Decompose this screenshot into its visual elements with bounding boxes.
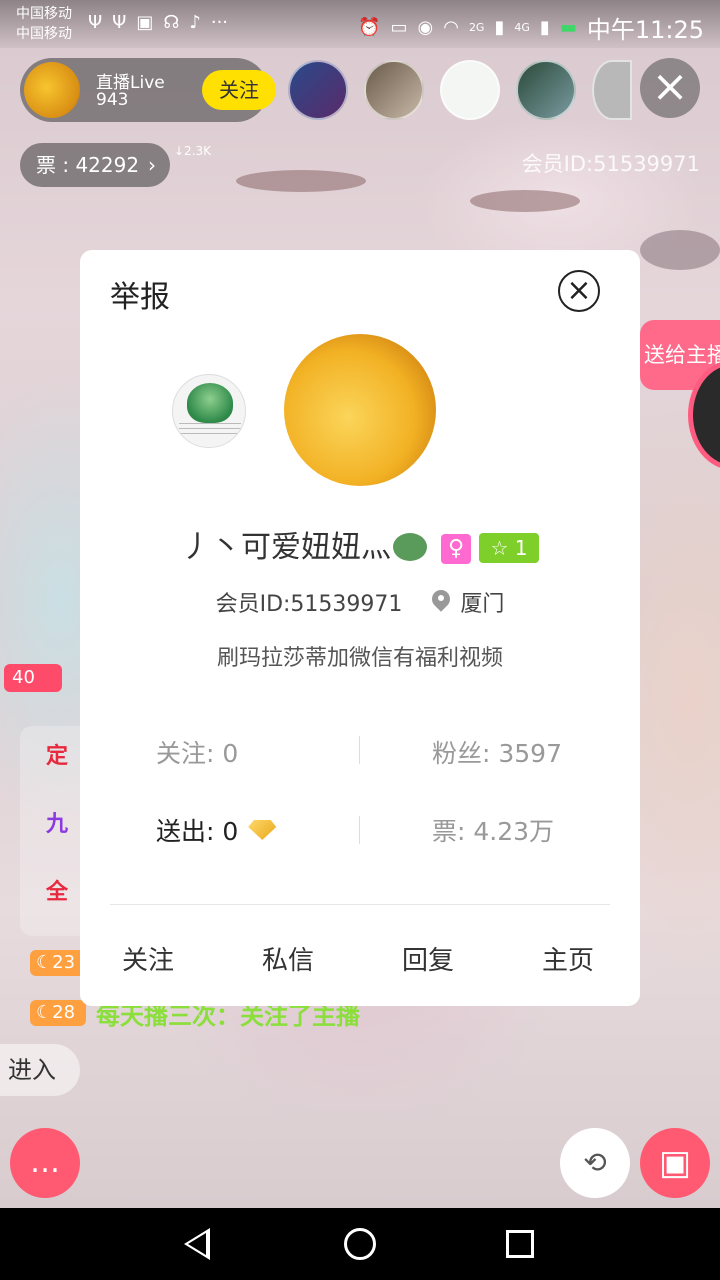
home-icon[interactable] bbox=[344, 1228, 376, 1260]
navigation-bar bbox=[0, 1208, 720, 1280]
nickname: 丿丶可爱妞妞灬 bbox=[181, 530, 391, 565]
face-brow-left bbox=[236, 170, 366, 192]
chat-line-3: 全 bbox=[46, 880, 69, 905]
sent-count-text: 送出: 0 bbox=[156, 817, 239, 846]
viewer-avatar-1[interactable] bbox=[288, 60, 348, 120]
leaf-icon bbox=[187, 383, 233, 423]
more-icon: ··· bbox=[210, 12, 229, 33]
alarm-icon: ⏰ bbox=[358, 17, 381, 38]
level-badge: ☆ 1 bbox=[479, 533, 539, 563]
status-bar: 中国移动 中国移动 Ψ Ψ ▣ ☊ ♪ ··· ⏰ ▭ ◉ ◠ 2G ▮ 4G … bbox=[0, 0, 720, 48]
signal-2g-label: 2G bbox=[468, 21, 485, 34]
chat-line-1: 定 bbox=[46, 744, 69, 769]
close-icon[interactable]: × bbox=[558, 270, 600, 312]
gender-female-icon: ♀ bbox=[441, 534, 471, 564]
enter-notice: 进入 bbox=[0, 1044, 80, 1096]
battery-icon: ▬ bbox=[559, 17, 577, 38]
moon-badge-2: ☾28 bbox=[30, 1000, 86, 1026]
system-status: ⏰ ▭ ◉ ◠ 2G ▮ 4G ▮ ▬ 中午11:25 bbox=[358, 10, 704, 45]
ticket-total: 票: 4.23万 bbox=[432, 817, 555, 846]
follow-anchor-button[interactable]: 关注 bbox=[202, 70, 276, 110]
leaf-icon bbox=[393, 533, 427, 561]
chat-line-2: 九 bbox=[46, 812, 69, 837]
usb-icon-2: Ψ bbox=[112, 12, 127, 33]
star-icon: ☆ bbox=[490, 536, 509, 560]
report-button[interactable]: 举报 bbox=[110, 272, 170, 316]
clock: 中午11:25 bbox=[586, 16, 704, 44]
viewer-avatar-2[interactable] bbox=[364, 60, 424, 120]
reply-button[interactable]: 回复 bbox=[402, 940, 454, 977]
hd-icon: ▭ bbox=[390, 17, 408, 38]
signature: 刷玛拉莎蒂加微信有福利视频 bbox=[216, 646, 503, 671]
notification-icons: Ψ Ψ ▣ ☊ ♪ ··· bbox=[88, 12, 228, 33]
moon-badge-1: ☾23 bbox=[30, 950, 86, 976]
user-avatar[interactable] bbox=[284, 334, 436, 486]
chat-bubble-icon[interactable]: … bbox=[10, 1128, 80, 1198]
member-id: 会员ID:51539971 bbox=[215, 592, 403, 617]
follow-button[interactable]: 关注 bbox=[122, 940, 174, 977]
carrier-labels: 中国移动 中国移动 bbox=[16, 4, 72, 44]
member-info-row: 会员ID:51539971 厦门 bbox=[80, 586, 640, 618]
live-stream-background: 中国移动 中国移动 Ψ Ψ ▣ ☊ ♪ ··· ⏰ ▭ ◉ ◠ 2G ▮ 4G … bbox=[0, 0, 720, 1208]
close-icon[interactable]: × bbox=[640, 58, 700, 118]
signal-icon-2: ▮ bbox=[539, 17, 550, 38]
ticket-count-pill[interactable]: 票 : 42292 › bbox=[20, 143, 170, 187]
anchor-member-id: 会员ID:51539971 bbox=[521, 152, 700, 176]
nickname-row: 丿丶可爱妞妞灬 ♀ ☆ 1 bbox=[80, 522, 640, 566]
face-eye-right bbox=[640, 230, 720, 270]
share-icon[interactable]: ⟲ bbox=[560, 1128, 630, 1198]
usb-icon: Ψ bbox=[88, 12, 103, 33]
viewer-avatar-5[interactable] bbox=[592, 60, 632, 120]
chat-level-badge: 40 bbox=[4, 664, 62, 692]
moon-badge-2-value: 28 bbox=[52, 1002, 76, 1023]
viewer-avatar-4[interactable] bbox=[516, 60, 576, 120]
recents-icon[interactable] bbox=[506, 1230, 534, 1258]
private-message-button[interactable]: 私信 bbox=[262, 940, 314, 977]
signal-4g-label: 4G bbox=[514, 21, 530, 34]
moon-badge-1-value: 23 bbox=[52, 952, 76, 973]
stat-divider-2 bbox=[359, 816, 360, 844]
homepage-button[interactable]: 主页 bbox=[542, 940, 594, 977]
face-brow-right bbox=[470, 190, 580, 212]
ticket-count: 票 : 42292 bbox=[36, 153, 140, 177]
stat-divider-1 bbox=[359, 736, 360, 764]
gift-icon[interactable]: ▣ bbox=[640, 1128, 710, 1198]
diamond-icon bbox=[248, 820, 277, 840]
headset-icon: ☊ bbox=[163, 12, 180, 33]
viewer-avatar-3[interactable] bbox=[440, 60, 500, 120]
ticket-delta: ↓2.3K bbox=[174, 144, 212, 158]
actions-divider bbox=[110, 904, 610, 905]
carrier-2: 中国移动 bbox=[16, 26, 72, 42]
anchor-viewer-count: 943 bbox=[96, 90, 129, 110]
hotspot-icon: ▣ bbox=[136, 12, 154, 33]
chevron-right-icon: › bbox=[148, 153, 156, 177]
fans-count[interactable]: 粉丝: 3597 bbox=[432, 734, 562, 770]
anchor-info-pill[interactable]: 直播Live 943 关注 bbox=[20, 58, 276, 122]
anchor-avatar[interactable] bbox=[24, 62, 80, 118]
eye-icon: ◉ bbox=[417, 17, 434, 38]
carrier-1: 中国移动 bbox=[16, 6, 72, 22]
tiktok-icon: ♪ bbox=[189, 12, 201, 33]
following-count[interactable]: 关注: 0 bbox=[156, 734, 238, 770]
location: 厦门 bbox=[460, 592, 505, 617]
back-icon[interactable] bbox=[184, 1228, 210, 1260]
signal-icon: ▮ bbox=[494, 17, 505, 38]
level-value: 1 bbox=[514, 536, 528, 560]
location-pin-icon bbox=[432, 590, 450, 614]
wifi-icon: ◠ bbox=[443, 17, 459, 38]
medal-lines bbox=[179, 423, 241, 437]
user-profile-dialog: 举报 × 丿丶可爱妞妞灬 ♀ ☆ 1 会员ID:51539971 厦门 刷玛拉莎蒂加微… bbox=[80, 250, 640, 1006]
medal-avatar bbox=[172, 374, 246, 448]
sent-count: 送出: 0 bbox=[156, 812, 277, 848]
